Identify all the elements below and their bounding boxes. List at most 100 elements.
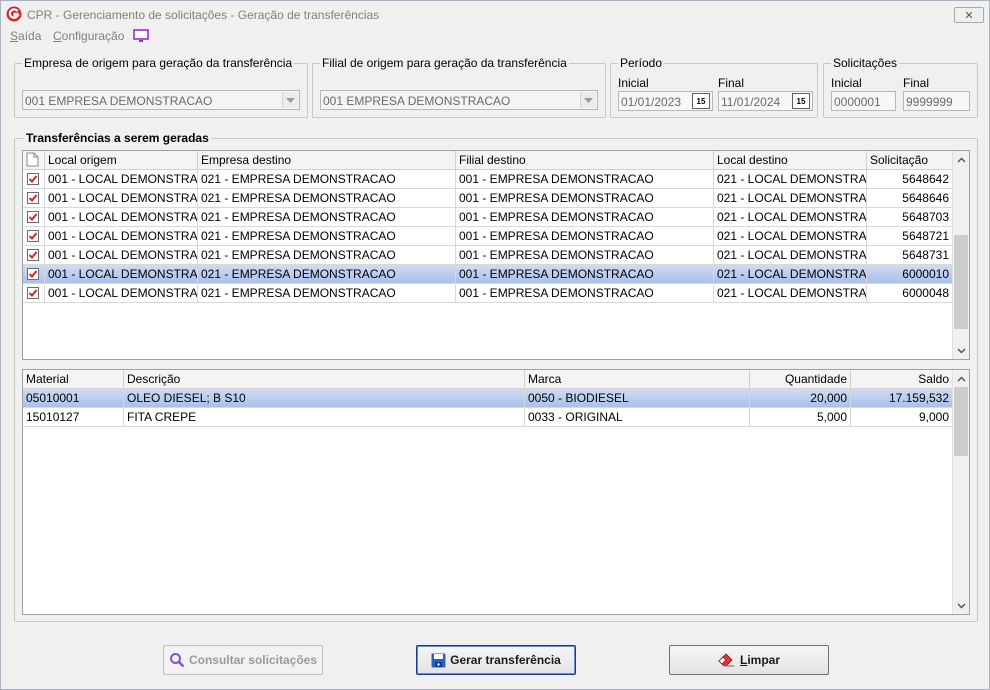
solicitacoes-group: Solicitações Inicial 0000001 Final 99999… [823,56,978,118]
scroll-down-icon[interactable] [953,342,969,359]
table-row[interactable]: 001 - LOCAL DEMONSTRAC...021 - EMPRESA D… [23,208,953,227]
solicitacoes-label: Solicitações [831,56,900,70]
table-cell: 021 - EMPRESA DEMONSTRACAO [198,246,456,265]
chevron-down-icon[interactable] [580,92,596,108]
calendar-icon[interactable]: 15 [792,93,810,109]
table-row[interactable]: 05010001 OLEO DIESEL; B S10 0050 - BIODIES… [23,389,953,408]
table-row[interactable]: 15010127 FITA CREPE 0033 - ORIGINAL 5,000 9,… [23,408,953,427]
col-filial-destino[interactable]: Filial destino [456,151,714,170]
table-cell: 021 - LOCAL DEMONSTRAC... [714,170,867,189]
table-cell: 001 - LOCAL DEMONSTRAC... [45,265,198,284]
close-icon: ✕ [964,9,974,22]
row-checkbox[interactable] [27,287,39,299]
sol-inicial-input[interactable]: 0000001 [831,91,896,111]
col-marca[interactable]: Marca [525,370,750,389]
table-cell: 001 - EMPRESA DEMONSTRACAO [456,246,714,265]
consultar-solicitacoes-button[interactable]: Consultar solicitações [163,645,323,675]
monitor-icon[interactable] [133,29,149,43]
table-cell: 6000010 [867,265,953,284]
row-checkbox[interactable] [27,173,39,185]
table-cell: 001 - EMPRESA DEMONSTRACAO [456,227,714,246]
menu-bar: Saída Configuração [1,28,989,46]
materiais-grid[interactable]: Material Descrição Marca Quantidade Sald… [22,369,970,615]
empresa-origem-group: Empresa de origem para geração da transf… [14,56,308,118]
scroll-up-icon[interactable] [953,370,969,387]
select-all-column[interactable] [23,151,45,170]
materiais-grid-header: Material Descrição Marca Quantidade Sald… [23,370,953,389]
table-cell: 001 - LOCAL DEMONSTRAC... [45,227,198,246]
checkbox-cell [23,227,45,246]
col-saldo[interactable]: Saldo [851,370,953,389]
scroll-thumb[interactable] [954,235,968,329]
col-material[interactable]: Material [23,370,124,389]
table-cell: 021 - EMPRESA DEMONSTRACAO [198,208,456,227]
transferencias-label: Transferências a serem geradas [24,131,211,145]
table-cell: 5648731 [867,246,953,265]
checkbox-cell [23,208,45,227]
col-descricao[interactable]: Descrição [124,370,525,389]
table-cell: OLEO DIESEL; B S10 [124,389,525,408]
table-cell: 001 - LOCAL DEMONSTRAC... [45,208,198,227]
table-cell: 001 - LOCAL DEMONSTRAC... [45,284,198,303]
table-row[interactable]: 001 - LOCAL DEMONSTRAC...021 - EMPRESA D… [23,189,953,208]
filial-origem-label: Filial de origem para geração da transfe… [320,56,569,70]
transferencias-scrollbar[interactable] [952,151,969,359]
sol-final-input[interactable]: 9999999 [903,91,970,111]
periodo-final-input[interactable]: 11/01/2024 15 [718,91,813,111]
checkmark-icon [28,232,38,240]
table-cell: 021 - EMPRESA DEMONSTRACAO [198,227,456,246]
table-row[interactable]: 001 - LOCAL DEMONSTRAC...021 - EMPRESA D… [23,227,953,246]
sol-inicial-label: Inicial [831,76,862,90]
gerar-transferencia-button[interactable]: Gerar transferência [416,645,576,675]
table-cell: 021 - LOCAL DEMONSTRAC... [714,189,867,208]
table-cell: 0033 - ORIGINAL [525,408,750,427]
col-local-origem[interactable]: Local origem [45,151,198,170]
limpar-button[interactable]: Limpar [669,645,829,675]
table-cell: 021 - LOCAL DEMONSTRAC... [714,265,867,284]
chevron-down-icon[interactable] [282,92,298,108]
table-cell: 15010127 [23,408,124,427]
row-checkbox[interactable] [27,192,39,204]
row-checkbox[interactable] [27,268,39,280]
table-cell: 001 - LOCAL DEMONSTRAC... [45,246,198,265]
table-row[interactable]: 001 - LOCAL DEMONSTRAC...021 - EMPRESA D… [23,170,953,189]
filial-origem-combo[interactable]: 001 EMPRESA DEMONSTRACAO [320,90,598,110]
scroll-down-icon[interactable] [953,597,969,614]
table-cell: 5648646 [867,189,953,208]
row-checkbox[interactable] [27,249,39,261]
table-row[interactable]: 001 - LOCAL DEMONSTRAC...021 - EMPRESA D… [23,246,953,265]
scroll-thumb[interactable] [954,387,968,456]
title-bar: CPR - Gerenciamento de solicitações - Ge… [1,1,989,28]
table-cell: 021 - LOCAL DEMONSTRAC... [714,208,867,227]
scroll-up-icon[interactable] [953,151,969,168]
table-cell: 021 - LOCAL DEMONSTRAC... [714,246,867,265]
close-button[interactable]: ✕ [954,7,984,23]
col-local-destino[interactable]: Local destino [714,151,867,170]
checkbox-cell [23,189,45,208]
table-cell: 5648703 [867,208,953,227]
col-quantidade[interactable]: Quantidade [750,370,851,389]
table-cell: 021 - LOCAL DEMONSTRAC... [714,284,867,303]
eraser-icon [718,653,734,667]
calendar-icon[interactable]: 15 [692,93,710,109]
table-cell: 001 - EMPRESA DEMONSTRACAO [456,284,714,303]
table-cell: 001 - EMPRESA DEMONSTRACAO [456,208,714,227]
table-cell: 0050 - BIODIESEL [525,389,750,408]
col-empresa-destino[interactable]: Empresa destino [198,151,456,170]
empresa-origem-combo[interactable]: 001 EMPRESA DEMONSTRACAO [22,90,300,110]
table-cell: 20,000 [750,389,851,408]
row-checkbox[interactable] [27,230,39,242]
table-cell: 001 - LOCAL DEMONSTRAC... [45,170,198,189]
transferencias-grid[interactable]: Local origem Empresa destino Filial dest… [22,150,970,360]
menu-saida[interactable]: Saída [10,29,41,43]
table-row[interactable]: 001 - LOCAL DEMONSTRAC...021 - EMPRESA D… [23,284,953,303]
periodo-inicial-input[interactable]: 01/01/2023 15 [618,91,713,111]
table-cell: FITA CREPE [124,408,525,427]
save-icon [431,653,446,667]
menu-configuracao[interactable]: Configuração [53,29,124,43]
table-row[interactable]: 001 - LOCAL DEMONSTRAC...021 - EMPRESA D… [23,265,953,284]
table-cell: 021 - EMPRESA DEMONSTRACAO [198,170,456,189]
col-solicitacao[interactable]: Solicitação [867,151,953,170]
materiais-scrollbar[interactable] [952,370,969,614]
row-checkbox[interactable] [27,211,39,223]
